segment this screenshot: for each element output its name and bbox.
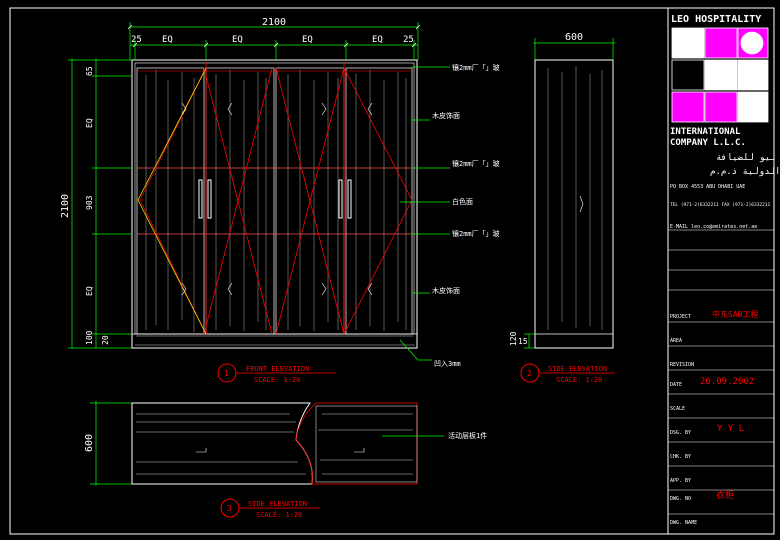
- side-dim-120: 120: [509, 331, 518, 346]
- callout-veneer-top: 木皮饰面: [432, 111, 460, 120]
- side-detail-number: 2: [527, 369, 532, 378]
- tb-dsg-value: Y Y L: [717, 424, 744, 434]
- front-width-seg-1: 25: [131, 35, 142, 45]
- front-width-seg-6: 25: [403, 35, 414, 45]
- callout-glass-top: 镶2mm厂「」玻: [452, 63, 500, 72]
- front-width-seg-4: EQ: [302, 35, 313, 45]
- side-view-scale: SCALE: 1:20: [556, 376, 602, 384]
- company-arabic-2: الدولية ذ.م.م: [710, 167, 780, 177]
- tb-project-value: 中东SAB工程: [712, 309, 758, 319]
- side-dim-15: 15: [518, 337, 528, 346]
- company-pobox: PO BOX 4553 ABU DHABI UAE: [670, 184, 745, 190]
- side-view-title: SIDE ELEVATION: [548, 365, 607, 373]
- tb-area-label: AREA: [670, 338, 682, 344]
- door-handles: [198, 179, 352, 219]
- front-width-seg-3: EQ: [232, 35, 243, 45]
- front-width-seg-2: EQ: [162, 35, 173, 45]
- front-height-seg-6: 20: [101, 335, 110, 345]
- plan-height-dim: 600: [84, 434, 95, 452]
- front-outer-frame: [131, 59, 418, 349]
- company-arabic-1: ليو للضيافة: [716, 153, 776, 163]
- tb-dwg-no-label: DWG. NO: [670, 496, 691, 502]
- titleblock-graphics: [668, 27, 774, 515]
- cad-drawing-canvas: 2100 25 EQ EQ EQ EQ 25 2100 65 EQ 903 EQ…: [0, 0, 780, 540]
- front-height-seg-1: 65: [85, 66, 94, 76]
- front-detail-number: 1: [224, 369, 229, 378]
- front-height-seg-3: 903: [85, 195, 94, 210]
- company-logo-grid: [671, 27, 769, 123]
- tb-project-label: PROJECT: [670, 314, 691, 320]
- front-height-seg-4: EQ: [85, 286, 94, 296]
- callout-white-face: 白色面: [452, 197, 473, 206]
- company-tel: TEL (971-2)6332211 FAX (971-2)6332211: [670, 202, 771, 208]
- tb-scale-label: SCALE: [670, 406, 685, 412]
- company-name-line1: LEO HOSPITALITY: [671, 14, 761, 25]
- company-name-line2: INTERNATIONAL: [670, 127, 741, 137]
- tb-date-label: DATE: [670, 382, 682, 388]
- front-view-title: FRONT ELEVATION: [246, 365, 309, 373]
- side-width-dim: 600: [565, 32, 583, 43]
- plan-view-scale: SCALE: 1:20: [256, 511, 302, 519]
- front-dimension-lines: [68, 22, 450, 361]
- tb-revision-label: REVISION: [670, 362, 694, 368]
- front-view-scale: SCALE: 1:20: [254, 376, 300, 384]
- front-width-seg-5: EQ: [372, 35, 383, 45]
- tb-dsg-label: DSG. BY: [670, 430, 691, 436]
- tb-chk-label: CHK. BY: [670, 454, 691, 460]
- tb-app-label: APP. BY: [670, 478, 691, 484]
- drawing-svg: 2100 25 EQ EQ EQ EQ 25 2100 65 EQ 903 EQ…: [9, 7, 780, 535]
- plan-view-title: SIDE ELEVATION: [248, 500, 307, 508]
- front-overall-height: 2100: [60, 194, 71, 218]
- callout-recess: 凹入3mm: [434, 360, 461, 368]
- drawing-border: [9, 7, 775, 535]
- callout-glass-low: 镶2mm厂「」玻: [452, 229, 500, 238]
- callout-veneer-low: 木皮饰面: [432, 286, 460, 295]
- callout-glass-mid: 镶2mm厂「」玻: [452, 159, 500, 168]
- company-name-line3: COMPANY L.L.C.: [670, 138, 746, 148]
- tb-dwg-name-label: DWG. NAME: [670, 520, 697, 526]
- front-height-seg-5: 100: [85, 330, 94, 345]
- front-elevation: [68, 22, 450, 383]
- front-overall-width: 2100: [262, 17, 286, 28]
- plan-callout-shelf: 活动层板1件: [448, 431, 487, 440]
- tb-dwg-no-value: 衣柜: [716, 489, 734, 501]
- tb-date-value: 26.09.2002: [700, 377, 754, 387]
- plan-detail-number: 3: [227, 504, 232, 513]
- side-elevation: [520, 38, 615, 383]
- company-email: E-MAIL leo.co@emirates.net.ae: [670, 224, 757, 230]
- front-height-seg-2: EQ: [85, 118, 94, 128]
